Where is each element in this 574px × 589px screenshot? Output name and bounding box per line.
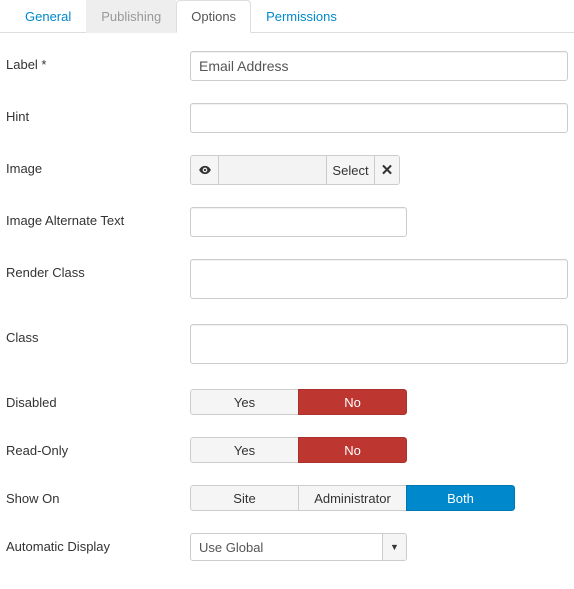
disabled-no-button[interactable]: No	[298, 389, 407, 415]
render-class-input[interactable]	[190, 259, 568, 299]
tab-options[interactable]: Options	[176, 0, 251, 33]
showon-toggle: Site Administrator Both	[190, 485, 515, 511]
image-picker: Select ✕	[190, 155, 400, 185]
readonly-no-button[interactable]: No	[298, 437, 407, 463]
auto-display-value: Use Global	[191, 534, 382, 560]
disabled-yes-button[interactable]: Yes	[190, 389, 299, 415]
close-icon: ✕	[381, 161, 394, 179]
chevron-down-icon: ▼	[382, 534, 406, 560]
hint-input[interactable]	[190, 103, 568, 133]
image-alt-label: Image Alternate Text	[6, 207, 190, 228]
hint-label: Hint	[6, 103, 190, 124]
showon-both-button[interactable]: Both	[406, 485, 515, 511]
showon-site-button[interactable]: Site	[190, 485, 299, 511]
label-label: Label *	[6, 51, 190, 72]
render-class-label: Render Class	[6, 259, 190, 280]
auto-display-select[interactable]: Use Global ▼	[190, 533, 407, 561]
disabled-label: Disabled	[6, 389, 190, 410]
readonly-label: Read-Only	[6, 437, 190, 458]
tab-permissions[interactable]: Permissions	[251, 0, 352, 33]
options-form: Label * Hint Image Select ✕ Image A	[0, 33, 574, 589]
label-input[interactable]	[190, 51, 568, 81]
image-select-button[interactable]: Select	[327, 156, 375, 184]
tabs: General Publishing Options Permissions	[0, 0, 574, 33]
showon-label: Show On	[6, 485, 190, 506]
image-clear-button[interactable]: ✕	[375, 156, 399, 184]
class-label: Class	[6, 324, 190, 345]
readonly-yes-button[interactable]: Yes	[190, 437, 299, 463]
readonly-toggle: Yes No	[190, 437, 407, 463]
disabled-toggle: Yes No	[190, 389, 407, 415]
auto-display-label: Automatic Display	[6, 533, 190, 554]
preview-icon[interactable]	[191, 156, 219, 184]
image-path-input[interactable]	[219, 156, 327, 184]
showon-admin-button[interactable]: Administrator	[298, 485, 407, 511]
tab-general[interactable]: General	[10, 0, 86, 33]
tab-publishing[interactable]: Publishing	[86, 0, 176, 33]
image-label: Image	[6, 155, 190, 176]
class-input[interactable]	[190, 324, 568, 364]
image-alt-input[interactable]	[190, 207, 407, 237]
